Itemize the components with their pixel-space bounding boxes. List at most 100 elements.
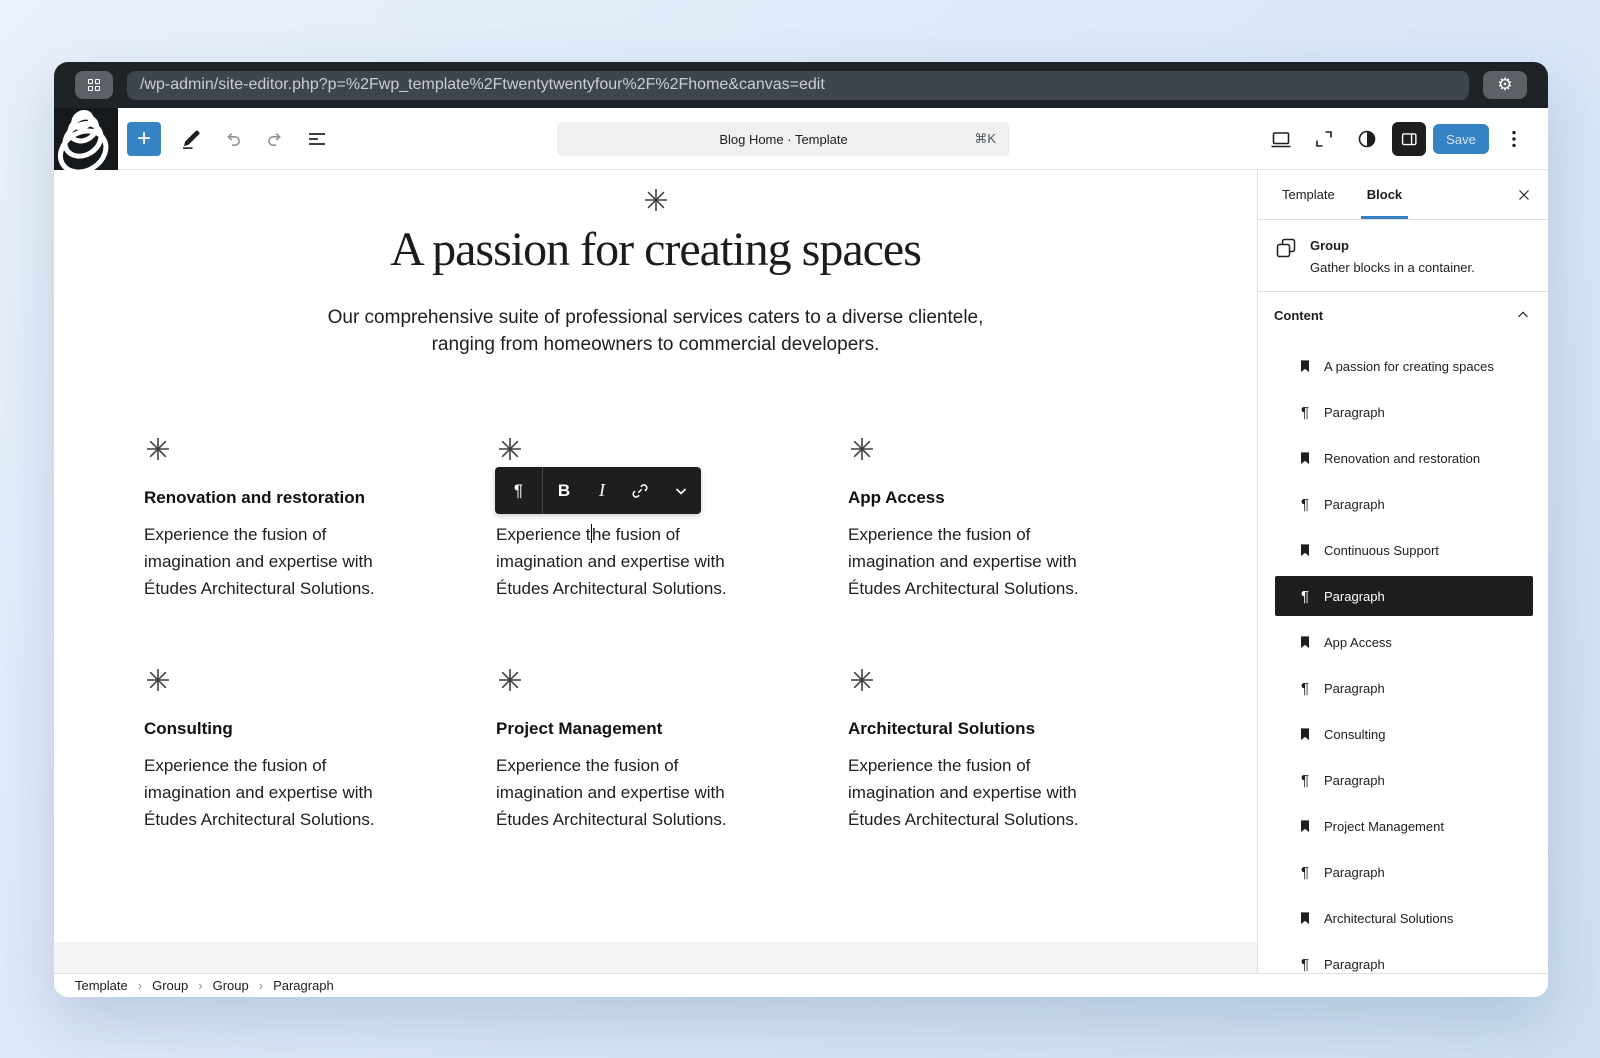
sidebar-list-item[interactable]: Consulting bbox=[1275, 714, 1533, 754]
sidebar-list-item[interactable]: ¶Paragraph bbox=[1275, 852, 1533, 892]
service-card[interactable]: Consulting Experience the fusion of imagi… bbox=[144, 666, 396, 833]
sidebar-list-item[interactable]: App Access bbox=[1275, 622, 1533, 662]
service-card[interactable]: App AccessExperience the fusion of imagi… bbox=[848, 435, 1100, 602]
hero-asterisk bbox=[54, 186, 1257, 214]
redo-button[interactable] bbox=[257, 121, 293, 157]
sidebar-list-item[interactable]: ¶Paragraph bbox=[1275, 484, 1533, 524]
undo-button[interactable] bbox=[215, 121, 251, 157]
view-device-button[interactable] bbox=[1263, 121, 1299, 157]
block-label: Paragraph bbox=[1324, 773, 1385, 788]
chevron-down-icon bbox=[673, 483, 689, 499]
sidebar-list-item[interactable]: Renovation and restoration bbox=[1275, 438, 1533, 478]
laptop-icon bbox=[1269, 127, 1293, 151]
template-canvas[interactable]: A passion for creating spaces Our compre… bbox=[54, 170, 1257, 942]
breadcrumb-separator: › bbox=[138, 978, 142, 993]
list-view-button[interactable] bbox=[299, 121, 335, 157]
sidebar-list-item[interactable]: ¶ Paragraph bbox=[1275, 668, 1533, 708]
spiral-logo-icon bbox=[54, 108, 118, 170]
asterisk-icon bbox=[496, 435, 748, 463]
italic-button[interactable]: I bbox=[585, 467, 619, 514]
service-card[interactable]: Renovation and restorationExperience the… bbox=[144, 435, 396, 602]
card-body[interactable]: Experience the fusion of imagination and… bbox=[848, 752, 1100, 833]
sidebar-list-item[interactable]: Project Management bbox=[1275, 806, 1533, 846]
site-editor-window: /wp-admin/site-editor.php?p=%2Fwp_templa… bbox=[54, 62, 1548, 997]
paragraph-icon: ¶ bbox=[1295, 404, 1315, 421]
document-title: Blog Home · Template bbox=[719, 132, 847, 147]
gear-icon: ⚙ bbox=[1497, 75, 1512, 95]
paragraph-icon: ¶ bbox=[1295, 956, 1315, 973]
asterisk-icon bbox=[144, 666, 396, 694]
service-card[interactable]: Project ManagementExperience the fusion … bbox=[496, 666, 748, 833]
service-card[interactable]: Architectural SolutionsExperience the fu… bbox=[848, 666, 1100, 833]
sidebar-panel-icon bbox=[1398, 128, 1420, 150]
sidebar-list-item[interactable]: ¶Paragraph bbox=[1275, 944, 1533, 973]
block-card-title: Group bbox=[1310, 238, 1475, 253]
sidebar-list-item[interactable]: A passion for creating spaces bbox=[1275, 346, 1533, 386]
breadcrumb-item[interactable]: Group bbox=[152, 978, 188, 993]
sidebar-list-item[interactable]: Architectural Solutions bbox=[1275, 898, 1533, 938]
bold-button[interactable]: B bbox=[543, 467, 585, 514]
breadcrumb-item[interactable]: Paragraph bbox=[273, 978, 334, 993]
card-body[interactable]: Experience the fusion of imagination and… bbox=[144, 752, 396, 833]
service-card[interactable]: Continuous SupportExperience the fusion … bbox=[496, 435, 748, 602]
block-label: Architectural Solutions bbox=[1324, 911, 1453, 926]
undo-icon bbox=[221, 127, 245, 151]
group-block-icon bbox=[1274, 236, 1298, 260]
link-icon bbox=[629, 480, 651, 502]
link-button[interactable] bbox=[619, 467, 661, 514]
contrast-icon bbox=[1355, 127, 1379, 151]
document-title-bar[interactable]: Blog Home · Template ⌘K bbox=[557, 122, 1010, 156]
paragraph-icon: ¶ bbox=[1295, 772, 1315, 789]
sidebar-list-item[interactable]: ¶Paragraph bbox=[1275, 392, 1533, 432]
page-title[interactable]: A passion for creating spaces bbox=[54, 222, 1257, 277]
app-grid-button[interactable] bbox=[75, 71, 113, 99]
block-card-text: Group Gather blocks in a container. bbox=[1310, 236, 1475, 275]
site-logo[interactable] bbox=[54, 108, 118, 170]
paragraph-icon: ¶ bbox=[1295, 588, 1315, 605]
card-body[interactable]: Experience the fusion of imagination and… bbox=[496, 752, 748, 833]
block-breadcrumb: Template›Group›Group›Paragraph bbox=[54, 973, 1548, 997]
paragraph-block-button[interactable]: ¶ bbox=[495, 467, 543, 514]
block-inserter-button[interactable]: + bbox=[127, 122, 161, 156]
editor-body: A passion for creating spaces Our compre… bbox=[54, 170, 1548, 973]
card-body[interactable]: Experience the fusion of imagination and… bbox=[848, 521, 1100, 602]
bookmark-icon bbox=[1295, 449, 1315, 467]
close-icon bbox=[1515, 186, 1533, 204]
options-menu-button[interactable] bbox=[1496, 121, 1532, 157]
zoom-out-view-button[interactable] bbox=[1306, 121, 1342, 157]
breadcrumb-separator: › bbox=[198, 978, 202, 993]
tab-block[interactable]: Block bbox=[1351, 170, 1418, 219]
sidebar-list-item[interactable]: Continuous Support bbox=[1275, 530, 1533, 570]
bookmark-icon bbox=[1295, 541, 1315, 559]
grid-2x2-icon bbox=[88, 79, 101, 92]
sidebar-list-item[interactable]: ¶ Paragraph bbox=[1275, 760, 1533, 800]
block-label: Paragraph bbox=[1324, 681, 1385, 696]
card-body[interactable]: Experience the fusion of imagination and… bbox=[496, 521, 748, 602]
asterisk-icon bbox=[848, 666, 1100, 694]
sidebar-list-item[interactable]: ¶Paragraph bbox=[1275, 576, 1533, 616]
breadcrumb-item[interactable]: Group bbox=[213, 978, 249, 993]
bookmark-icon bbox=[1295, 817, 1315, 835]
edit-tools-button[interactable] bbox=[173, 121, 209, 157]
address-bar[interactable]: /wp-admin/site-editor.php?p=%2Fwp_templa… bbox=[127, 71, 1469, 100]
style-variations-button[interactable] bbox=[1349, 121, 1385, 157]
settings-button[interactable]: ⚙ bbox=[1483, 71, 1527, 99]
close-sidebar-button[interactable] bbox=[1512, 183, 1536, 207]
paragraph-icon: ¶ bbox=[1295, 496, 1315, 513]
card-title: Consulting bbox=[144, 719, 396, 739]
redo-icon bbox=[263, 127, 287, 151]
asterisk-icon bbox=[496, 666, 748, 694]
asterisk-icon bbox=[642, 186, 670, 214]
card-body[interactable]: Experience the fusion of imagination and… bbox=[144, 521, 396, 602]
content-section-header[interactable]: Content bbox=[1258, 292, 1548, 338]
breadcrumb-item[interactable]: Template bbox=[75, 978, 128, 993]
paragraph-icon: ¶ bbox=[1295, 680, 1315, 697]
toolbar-more-button[interactable] bbox=[661, 467, 701, 514]
block-label: Consulting bbox=[1324, 727, 1385, 742]
list-view-icon bbox=[305, 127, 329, 151]
pencil-icon bbox=[179, 127, 203, 151]
settings-sidebar-toggle[interactable] bbox=[1392, 122, 1426, 156]
page-subtitle[interactable]: Our comprehensive suite of professional … bbox=[316, 304, 996, 358]
tab-template[interactable]: Template bbox=[1266, 170, 1351, 219]
save-button[interactable]: Save bbox=[1433, 124, 1489, 154]
